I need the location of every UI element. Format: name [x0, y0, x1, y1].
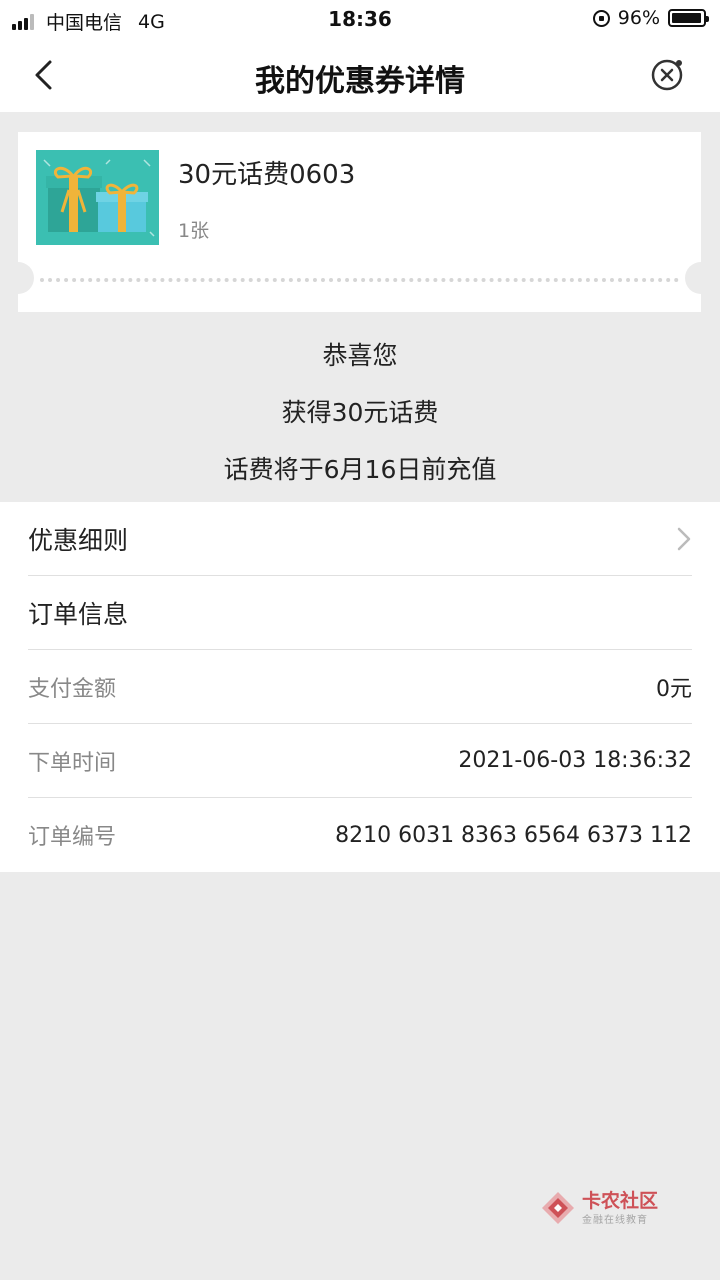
order-info-header: 订单信息 — [28, 576, 692, 650]
rotation-lock-icon — [592, 9, 610, 27]
order-time-value: 2021-06-03 18:36:32 — [458, 748, 692, 773]
watermark-logo-icon — [542, 1192, 574, 1224]
watermark: 卡农社区 金融在线教育 — [540, 1190, 658, 1226]
status-bar: 中国电信 4G 18:36 96% — [0, 0, 720, 38]
chevron-right-icon — [677, 527, 691, 551]
rules-row[interactable]: 优惠细则 — [28, 502, 692, 576]
battery-percent: 96% — [617, 7, 660, 29]
order-info-label: 订单信息 — [28, 599, 129, 629]
battery-icon — [668, 9, 709, 27]
rules-label: 优惠细则 — [28, 525, 129, 555]
ticket-notch-left — [2, 262, 34, 294]
coupon-card: 30元话费0603 1张 — [2, 132, 717, 312]
nav-bar: 我的优惠券详情 — [0, 38, 720, 112]
close-mini-program-icon[interactable] — [650, 56, 686, 92]
order-time-label: 下单时间 — [28, 750, 117, 776]
order-time-row: 下单时间 2021-06-03 18:36:32 — [28, 724, 692, 798]
pay-amount-label: 支付金额 — [28, 676, 117, 702]
ticket-divider — [40, 278, 679, 282]
pay-amount-row: 支付金额 0元 — [28, 650, 692, 724]
ticket-notch-right — [685, 262, 717, 294]
coupon-count: 1张 — [178, 220, 210, 242]
order-number-label: 订单编号 — [28, 825, 117, 850]
status-right: 96% — [592, 7, 709, 29]
pay-amount-value: 0元 — [656, 676, 692, 702]
congrats-line: 恭喜您 — [322, 341, 398, 370]
coupon-name: 30元话费0603 — [178, 160, 356, 190]
order-number-row: 订单编号 8210 6031 8363 6564 6373 112 — [28, 798, 692, 872]
recharge-notice: 话费将于6月16日前充值 — [223, 455, 497, 484]
page-title: 我的优惠券详情 — [255, 64, 465, 99]
details-list: 优惠细则 订单信息 支付金额 0元 下单时间 2021-06-03 18:36:… — [0, 502, 720, 872]
watermark-title: 卡农社区 — [582, 1189, 659, 1212]
order-number-value: 8210 6031 8363 6564 6373 112 — [335, 822, 692, 848]
watermark-text: 卡农社区 金融在线教育 — [582, 1191, 658, 1226]
gift-box-image — [36, 150, 159, 245]
reward-line: 获得30元话费 — [281, 398, 439, 427]
watermark-subtitle: 金融在线教育 — [582, 1214, 648, 1226]
